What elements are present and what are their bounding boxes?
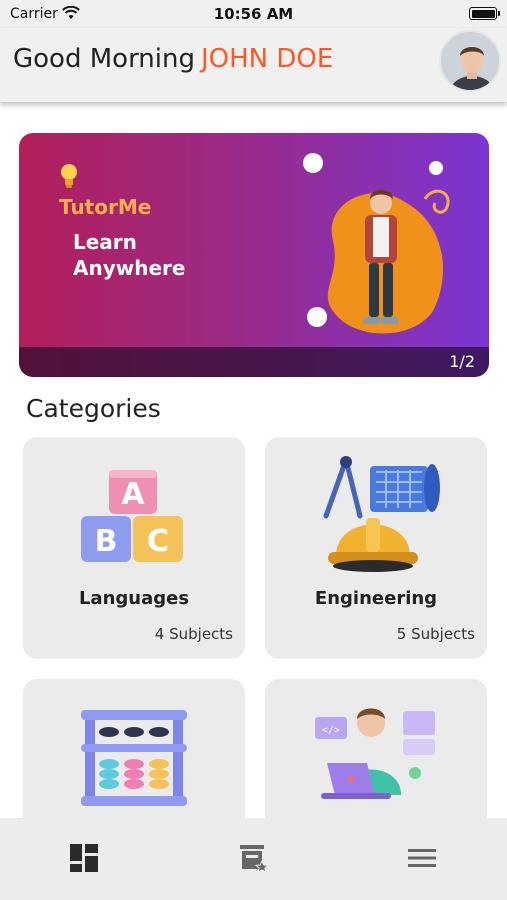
category-count: 4 Subjects bbox=[154, 625, 233, 643]
banner-footer bbox=[19, 347, 489, 377]
category-count: 5 Subjects bbox=[396, 625, 475, 643]
banner-pager: 1/2 bbox=[449, 352, 475, 371]
avatar[interactable] bbox=[439, 30, 501, 92]
nav-menu[interactable] bbox=[402, 840, 442, 880]
category-card-engineering[interactable]: Engineering 5 Subjects bbox=[265, 437, 487, 659]
engineering-helmet-icon bbox=[265, 453, 487, 579]
bookmark-star-icon bbox=[238, 842, 270, 878]
nav-dashboard[interactable] bbox=[64, 840, 104, 880]
bottom-navigation bbox=[0, 818, 507, 900]
greeting-text: Good Morning JOHN DOE bbox=[13, 44, 333, 74]
abc-blocks-icon: A B C bbox=[23, 453, 245, 579]
lightbulb-icon bbox=[59, 163, 79, 193]
abacus-icon bbox=[23, 695, 245, 821]
svg-text:A: A bbox=[121, 477, 145, 512]
app-header: Good Morning JOHN DOE bbox=[0, 28, 507, 102]
status-bar: Carrier 10:56 AM bbox=[0, 0, 507, 28]
banner-tagline: Learn Anywhere bbox=[73, 230, 186, 280]
notification-bubble-icon bbox=[303, 153, 323, 173]
idea-bubble-icon bbox=[429, 161, 443, 175]
promo-banner[interactable]: TutorMe Learn Anywhere 1/2 bbox=[19, 133, 489, 377]
category-label: Engineering bbox=[314, 588, 438, 609]
svg-text:B: B bbox=[95, 524, 118, 559]
user-name: JOHN DOE bbox=[201, 44, 334, 74]
categories-title: Categories bbox=[26, 394, 161, 423]
svg-text:C: C bbox=[147, 524, 169, 559]
nav-saved[interactable] bbox=[234, 840, 274, 880]
status-time: 10:56 AM bbox=[213, 5, 294, 23]
student-illustration-icon bbox=[313, 181, 463, 345]
category-label: Languages bbox=[78, 588, 190, 609]
banner-brand: TutorMe bbox=[59, 195, 152, 219]
dashboard-icon bbox=[69, 843, 99, 877]
battery-icon bbox=[469, 7, 500, 20]
category-card-languages[interactable]: A B C Languages 4 Subjects bbox=[23, 437, 245, 659]
svg-text:</>: </> bbox=[322, 725, 340, 736]
menu-icon bbox=[407, 846, 437, 874]
greeting-label: Good Morning bbox=[13, 44, 195, 74]
programmer-laptop-icon: </> bbox=[265, 695, 487, 821]
